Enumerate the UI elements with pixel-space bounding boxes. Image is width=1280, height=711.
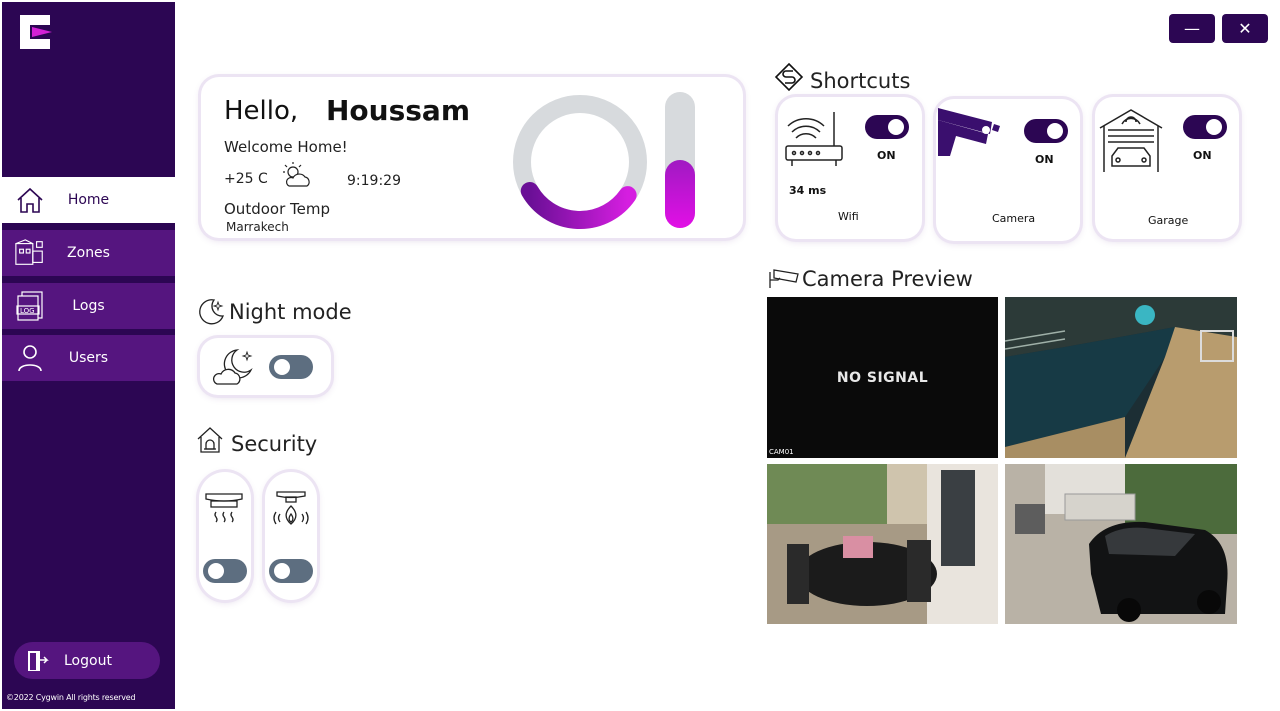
pool-camera-image xyxy=(1005,297,1237,458)
patio-camera-image xyxy=(767,464,998,624)
wifi-ping: 34 ms xyxy=(789,184,827,197)
outdoor-temp-label: Outdoor Temp xyxy=(224,200,330,218)
sidebar-item-label: Users xyxy=(68,350,109,366)
close-button[interactable]: ✕ xyxy=(1222,14,1268,43)
wifi-label: Wifi xyxy=(838,210,859,223)
sidebar-item-zones[interactable]: Zones xyxy=(2,230,175,276)
night-mode-toggle[interactable] xyxy=(269,355,313,379)
copyright-text: ©2022 Cygwin All rights reserved xyxy=(6,693,136,702)
camera-feed-4[interactable] xyxy=(1005,464,1237,624)
camera-preview-title: Camera Preview xyxy=(802,267,973,291)
sidebar-item-label: Zones xyxy=(67,245,110,261)
garage-toggle[interactable] xyxy=(1183,115,1227,139)
app-logo xyxy=(20,15,52,49)
user-name: Houssam xyxy=(326,94,471,127)
clock-time: 9:19:29 xyxy=(347,173,401,189)
city-name: Marrakech xyxy=(226,220,289,234)
security-camera-icon xyxy=(938,108,1000,156)
fire-detector-toggle[interactable] xyxy=(269,559,313,583)
partly-cloudy-icon xyxy=(283,162,310,187)
camera-overlay-label: CAM01 xyxy=(769,448,794,456)
camera-feed-2[interactable] xyxy=(1005,297,1237,458)
garage-state: ON xyxy=(1193,149,1212,162)
camera-feed-3[interactable] xyxy=(767,464,998,624)
garage-icon xyxy=(1099,109,1163,172)
moon-icon xyxy=(199,299,224,325)
camera-state: ON xyxy=(1035,153,1054,166)
camera-label: Camera xyxy=(992,212,1036,225)
logout-label: Logout xyxy=(64,652,112,669)
temperature-value: +25 C xyxy=(224,171,268,187)
driveway-camera-image xyxy=(1005,464,1237,624)
no-signal-text: NO SIGNAL xyxy=(836,369,929,386)
wifi-toggle[interactable] xyxy=(865,115,909,139)
sidebar: Home Zones LOG Logs Users Logout ©2022 C… xyxy=(2,2,175,709)
logout-icon xyxy=(28,650,49,671)
camera-feed-1[interactable]: NO SIGNAL CAM01 xyxy=(767,297,998,458)
security-title: Security xyxy=(231,432,318,456)
camera-toggle[interactable] xyxy=(1024,119,1068,143)
night-cloud-icon xyxy=(213,349,253,385)
logout-button[interactable]: Logout xyxy=(14,642,160,679)
house-alarm-icon xyxy=(197,427,223,453)
shortcuts-title: Shortcuts xyxy=(810,69,911,93)
smoke-detector-toggle[interactable] xyxy=(203,559,247,583)
cctv-icon xyxy=(769,269,799,288)
app-window: Home Zones LOG Logs Users Logout ©2022 C… xyxy=(0,0,1280,711)
sidebar-item-logs[interactable]: LOG Logs xyxy=(2,283,175,329)
sidebar-item-home[interactable]: Home xyxy=(2,177,175,223)
sidebar-item-label: Home xyxy=(67,192,110,208)
welcome-text: Welcome Home! xyxy=(224,138,348,156)
hello-text: Hello, xyxy=(224,96,299,126)
temperature-ring-gauge xyxy=(513,95,647,229)
humidity-bar-gauge xyxy=(665,92,695,228)
wifi-state: ON xyxy=(877,149,896,162)
fire-detector-icon xyxy=(273,491,309,525)
sidebar-item-users[interactable]: Users xyxy=(2,335,175,381)
sidebar-item-label: Logs xyxy=(72,298,105,314)
smoke-detector-icon xyxy=(205,493,243,523)
minimize-button[interactable]: — xyxy=(1169,14,1215,43)
garage-label: Garage xyxy=(1148,214,1189,227)
night-mode-title: Night mode xyxy=(229,300,352,324)
router-icon xyxy=(785,112,843,166)
shortcuts-icon xyxy=(774,62,804,92)
